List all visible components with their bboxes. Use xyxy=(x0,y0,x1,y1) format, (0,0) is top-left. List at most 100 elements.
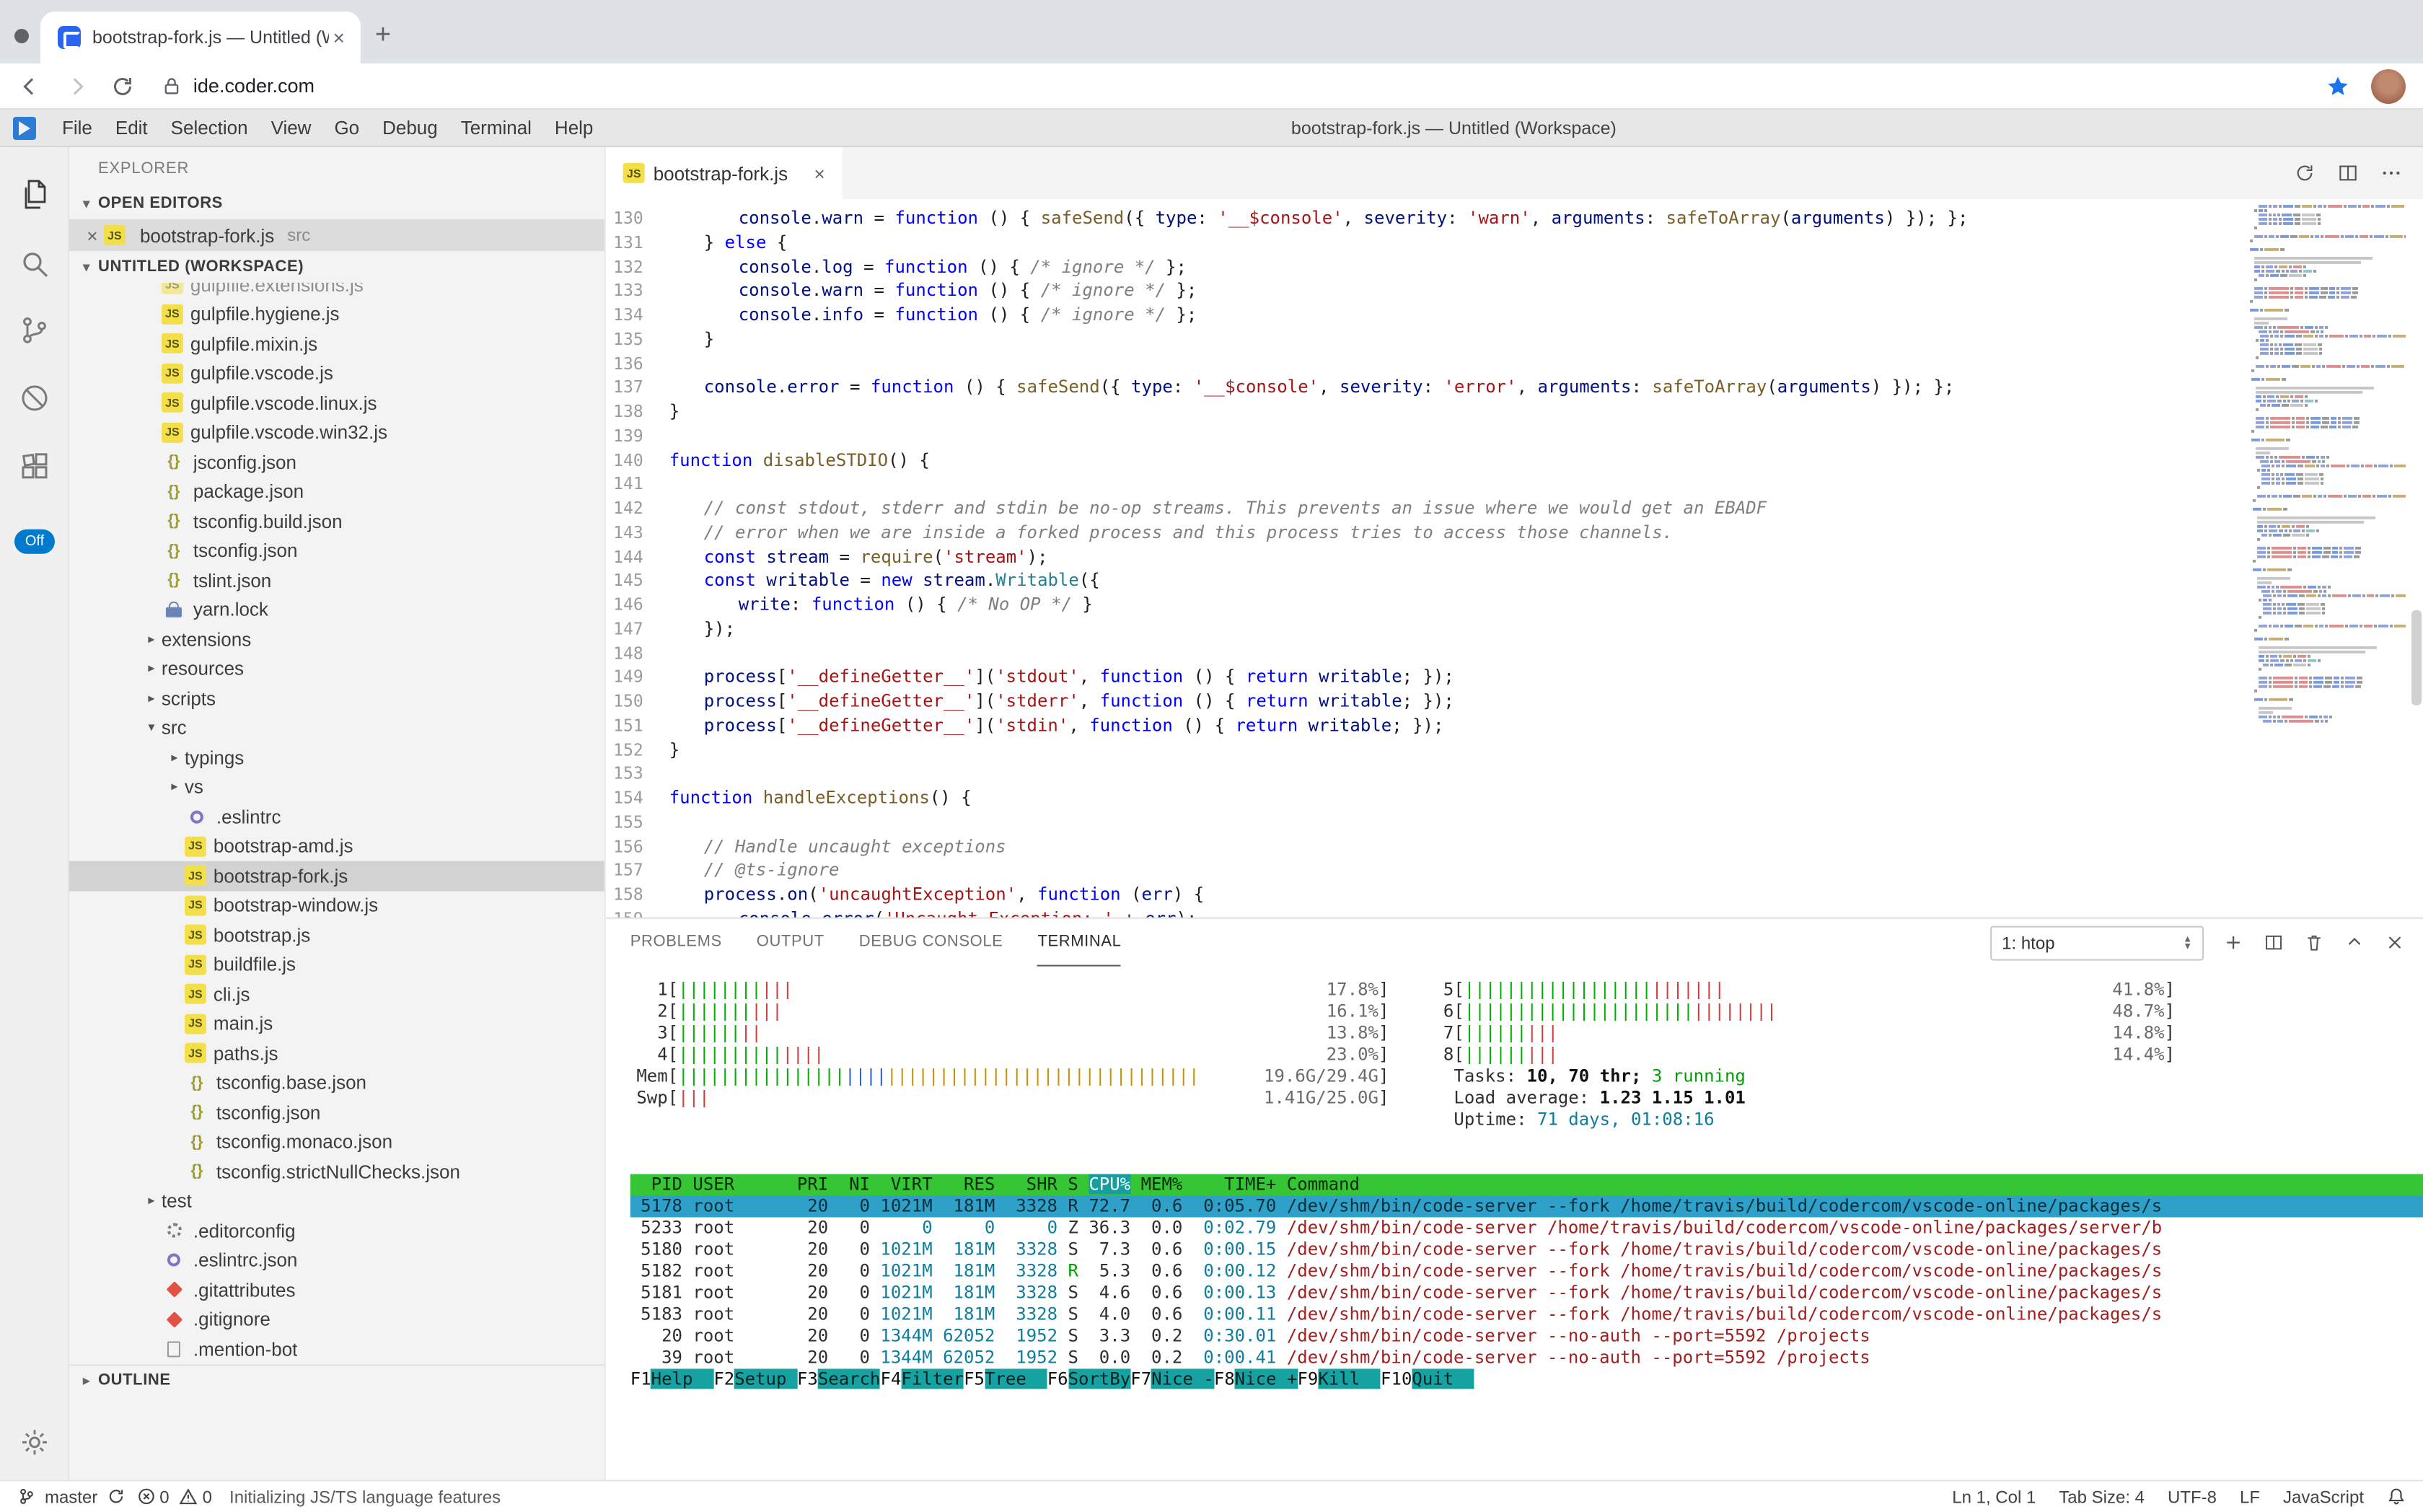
split-editor-icon[interactable] xyxy=(2336,162,2360,185)
menu-item-go[interactable]: Go xyxy=(322,117,371,139)
panel-tab-debug-console[interactable]: DEBUG CONSOLE xyxy=(859,919,1003,967)
tree-item-scripts[interactable]: ▸scripts xyxy=(69,684,604,713)
editor-tab[interactable]: JS bootstrap-fork.js × xyxy=(606,147,843,199)
tree-item-cli.js[interactable]: JScli.js xyxy=(69,980,604,1009)
fkey-f1[interactable]: F1Help xyxy=(630,1368,714,1389)
tree-item-resources[interactable]: ▸resources xyxy=(69,654,604,684)
menu-item-selection[interactable]: Selection xyxy=(159,117,260,139)
tree-item-.eslintrc.json[interactable]: .eslintrc.json xyxy=(69,1245,604,1275)
tree-item-tsconfig.json[interactable]: {}tsconfig.json xyxy=(69,536,604,566)
close-icon[interactable]: × xyxy=(81,224,104,246)
explorer-icon[interactable] xyxy=(17,177,52,212)
panel-tab-problems[interactable]: PROBLEMS xyxy=(630,919,722,967)
reload-icon[interactable] xyxy=(110,73,136,99)
tree-item-bootstrap.js[interactable]: JSbootstrap.js xyxy=(69,920,604,950)
browser-tab[interactable]: bootstrap-fork.js — Untitled (W × xyxy=(40,12,361,63)
new-terminal-icon[interactable] xyxy=(2222,932,2244,954)
tree-item-src[interactable]: ▾src xyxy=(69,713,604,743)
sync-icon[interactable] xyxy=(2293,162,2316,185)
menu-item-debug[interactable]: Debug xyxy=(371,117,449,139)
errors-icon[interactable] xyxy=(136,1487,155,1506)
tree-item-package.json[interactable]: {}package.json xyxy=(69,477,604,506)
avatar[interactable] xyxy=(2371,69,2406,103)
kill-terminal-icon[interactable] xyxy=(2303,932,2325,954)
new-tab-button[interactable]: + xyxy=(375,20,391,52)
git-branch-icon[interactable] xyxy=(17,1487,36,1506)
tree-item-tslint.json[interactable]: {}tslint.json xyxy=(69,566,604,595)
split-terminal-icon[interactable] xyxy=(2263,932,2285,954)
fkey-f5[interactable]: F5Tree xyxy=(964,1368,1047,1389)
panel-tab-terminal[interactable]: TERMINAL xyxy=(1037,919,1121,967)
settings-gear-icon[interactable] xyxy=(17,1425,52,1459)
section-outline[interactable]: ▸ OUTLINE xyxy=(69,1363,604,1395)
address-bar[interactable]: ide.coder.com xyxy=(193,75,315,97)
terminal-selector[interactable]: 1: htop ▲▼ xyxy=(1990,926,2204,960)
notifications-bell-icon[interactable] xyxy=(2387,1487,2406,1506)
fkey-f7[interactable]: F7Nice - xyxy=(1130,1368,1214,1389)
open-editor-item[interactable]: × JS bootstrap-fork.js src xyxy=(69,219,604,251)
menu-item-file[interactable]: File xyxy=(50,117,104,139)
tree-item-.gitignore[interactable]: .gitignore xyxy=(69,1304,604,1334)
editor-scrollbar[interactable] xyxy=(2411,610,2422,706)
forward-icon[interactable] xyxy=(63,73,89,99)
tree-item-gulpfile.extensions.js[interactable]: JSgulpfile.extensions.js xyxy=(69,283,604,299)
section-workspace[interactable]: ▾ UNTITLED (WORKSPACE) xyxy=(69,251,604,283)
maximize-panel-icon[interactable] xyxy=(2344,932,2365,954)
process-row-5181[interactable]: 5181 root 20 0 1021M 181M 3328 S 4.6 0.6… xyxy=(630,1282,2423,1304)
process-row-5180[interactable]: 5180 root 20 0 1021M 181M 3328 S 7.3 0.6… xyxy=(630,1239,2423,1260)
status-item-ln-1-col-1[interactable]: Ln 1, Col 1 xyxy=(1952,1486,2036,1506)
tree-item-tsconfig.strictNullChecks.json[interactable]: {}tsconfig.strictNullChecks.json xyxy=(69,1157,604,1187)
tree-item-yarn.lock[interactable]: yarn.lock xyxy=(69,595,604,625)
extensions-icon[interactable] xyxy=(17,449,52,483)
tab-close-icon[interactable]: × xyxy=(328,26,348,49)
process-row-20[interactable]: 20 root 20 0 1344M 62052 1952 S 3.3 0.2 … xyxy=(630,1325,2423,1347)
status-item-lf[interactable]: LF xyxy=(2240,1486,2260,1506)
source-control-icon[interactable] xyxy=(17,313,52,348)
minimap[interactable] xyxy=(2250,205,2406,724)
errors-count[interactable]: 0 xyxy=(159,1486,169,1506)
status-item-utf-8[interactable]: UTF-8 xyxy=(2168,1486,2217,1506)
tree-item-gulpfile.vscode.js[interactable]: JSgulpfile.vscode.js xyxy=(69,359,604,388)
tree-item-typings[interactable]: ▸typings xyxy=(69,743,604,773)
tree-item-vs[interactable]: ▸vs xyxy=(69,773,604,802)
fkey-f4[interactable]: F4Filter xyxy=(881,1368,964,1389)
tree-item-gulpfile.mixin.js[interactable]: JSgulpfile.mixin.js xyxy=(69,329,604,359)
tree-item-main.js[interactable]: JSmain.js xyxy=(69,1009,604,1039)
status-item-javascript[interactable]: JavaScript xyxy=(2283,1486,2364,1506)
tree-item-paths.js[interactable]: JSpaths.js xyxy=(69,1039,604,1068)
panel-tab-output[interactable]: OUTPUT xyxy=(757,919,824,967)
tree-item-buildfile.js[interactable]: JSbuildfile.js xyxy=(69,950,604,980)
tree-item-gulpfile.vscode.win32.js[interactable]: JSgulpfile.vscode.win32.js xyxy=(69,418,604,447)
process-row-5233[interactable]: 5233 root 20 0 0 0 0 Z 36.3 0.0 0:02.79 … xyxy=(630,1217,2423,1239)
process-row-5183[interactable]: 5183 root 20 0 1021M 181M 3328 S 4.0 0.6… xyxy=(630,1304,2423,1325)
tree-item-test[interactable]: ▸test xyxy=(69,1187,604,1216)
tree-item-tsconfig.base.json[interactable]: {}tsconfig.base.json xyxy=(69,1068,604,1098)
fkey-f9[interactable]: F9Kill xyxy=(1297,1368,1381,1389)
menu-item-edit[interactable]: Edit xyxy=(104,117,159,139)
process-row-39[interactable]: 39 root 20 0 1344M 62052 1952 S 0.0 0.2 … xyxy=(630,1347,2423,1368)
off-badge[interactable]: Off xyxy=(14,529,55,554)
sync-status-icon[interactable] xyxy=(106,1487,125,1506)
debug-icon[interactable] xyxy=(17,381,52,416)
tree-item-.mention-bot[interactable]: .mention-bot xyxy=(69,1334,604,1363)
tree-item-tsconfig.build.json[interactable]: {}tsconfig.build.json xyxy=(69,506,604,536)
tree-item-bootstrap-amd.js[interactable]: JSbootstrap-amd.js xyxy=(69,832,604,861)
tree-item-bootstrap-fork.js[interactable]: JSbootstrap-fork.js xyxy=(69,861,604,891)
tab-close-icon[interactable]: × xyxy=(811,162,827,184)
code-editor[interactable]: 130console.warn = function () { safeSend… xyxy=(606,199,2423,918)
warnings-count[interactable]: 0 xyxy=(203,1486,212,1506)
tree-item-tsconfig.json[interactable]: {}tsconfig.json xyxy=(69,1098,604,1128)
tree-item-extensions[interactable]: ▸extensions xyxy=(69,625,604,654)
tree-item-.eslintrc[interactable]: .eslintrc xyxy=(69,802,604,832)
tree-item-.gitattributes[interactable]: .gitattributes xyxy=(69,1275,604,1304)
search-icon[interactable] xyxy=(17,247,52,281)
more-actions-icon[interactable] xyxy=(2380,162,2403,185)
lock-icon[interactable] xyxy=(162,76,182,96)
tree-item-jsconfig.json[interactable]: {}jsconfig.json xyxy=(69,447,604,477)
process-row-5182[interactable]: 5182 root 20 0 1021M 181M 3328 R 5.3 0.6… xyxy=(630,1260,2423,1282)
process-row-5178[interactable]: 5178 root 20 0 1021M 181M 3328 R 72.7 0.… xyxy=(630,1196,2423,1218)
fkey-f3[interactable]: F3Search xyxy=(797,1368,881,1389)
close-panel-icon[interactable] xyxy=(2384,932,2406,954)
fkey-f8[interactable]: F8Nice + xyxy=(1214,1368,1298,1389)
warnings-icon[interactable] xyxy=(180,1487,198,1506)
